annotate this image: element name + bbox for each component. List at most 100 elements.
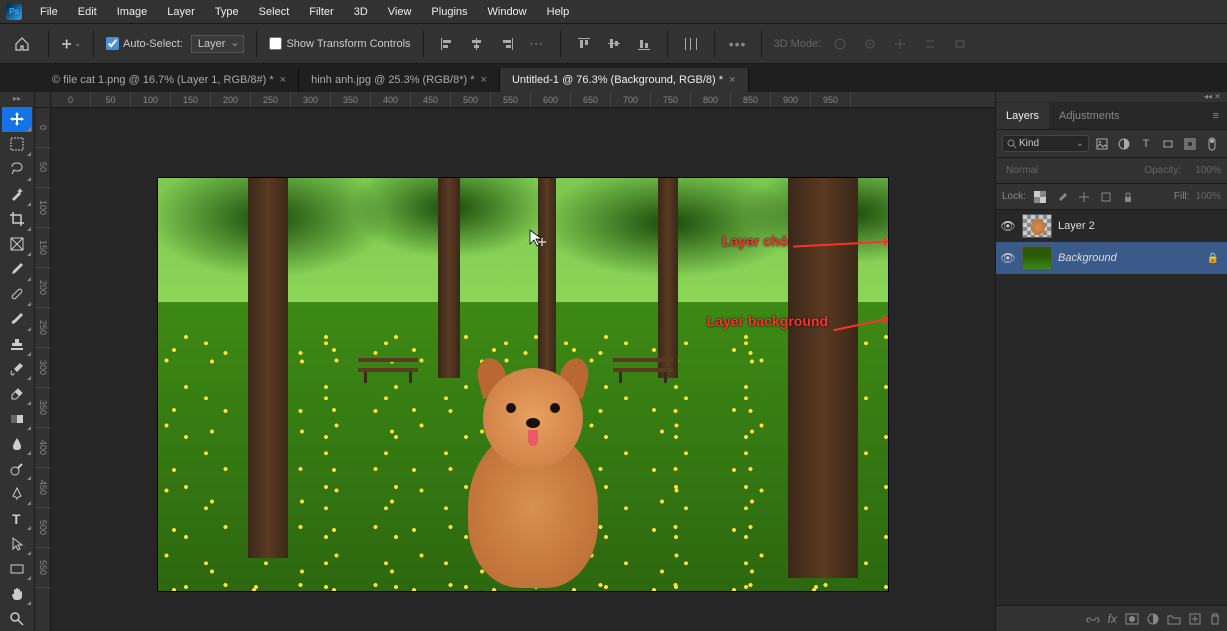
layer-name[interactable]: Layer 2 <box>1058 220 1223 232</box>
layer-thumbnail[interactable] <box>1022 246 1052 270</box>
eyedropper-tool[interactable] <box>2 257 32 282</box>
document-canvas[interactable]: Layer chó Layer background <box>158 178 888 591</box>
brush-tool[interactable] <box>2 307 32 332</box>
auto-select-input[interactable] <box>106 37 119 50</box>
document-tab[interactable]: Untitled-1 @ 76.3% (Background, RGB/8) *… <box>500 68 749 92</box>
close-icon[interactable]: × <box>280 74 286 86</box>
align-vertical-centers-button[interactable] <box>603 33 625 55</box>
canvas-viewport[interactable]: Layer chó Layer background <box>51 108 995 631</box>
menu-edit[interactable]: Edit <box>68 2 107 22</box>
adjustment-layer-button[interactable] <box>1147 613 1159 625</box>
group-button[interactable] <box>1167 613 1181 625</box>
filter-shape-button[interactable] <box>1159 135 1177 153</box>
lock-artboard-button[interactable] <box>1098 189 1114 205</box>
filter-type-button[interactable]: T <box>1137 135 1155 153</box>
zoom-tool[interactable] <box>2 606 32 631</box>
menu-layer[interactable]: Layer <box>157 2 205 22</box>
align-horizontal-centers-button[interactable] <box>466 33 488 55</box>
gradient-tool[interactable] <box>2 406 32 431</box>
3d-pan-button[interactable] <box>889 33 911 55</box>
visibility-toggle[interactable]: 👁 <box>1000 251 1016 265</box>
show-transform-checkbox[interactable]: Show Transform Controls <box>269 37 410 50</box>
history-brush-tool[interactable] <box>2 357 32 382</box>
menu-select[interactable]: Select <box>249 2 300 22</box>
dodge-tool[interactable] <box>2 456 32 481</box>
menu-window[interactable]: Window <box>478 2 537 22</box>
heal-tool[interactable] <box>2 282 32 307</box>
filter-adjustment-button[interactable] <box>1115 135 1133 153</box>
more-align-button[interactable]: ⋯ <box>526 33 548 55</box>
document-tab[interactable]: hinh anh.jpg @ 25.3% (RGB/8*) * × <box>299 68 500 92</box>
home-button[interactable] <box>8 30 36 58</box>
filter-kind-dropdown[interactable]: Kind <box>1002 135 1089 152</box>
panel-menu-button[interactable]: ≡ <box>1205 106 1227 126</box>
auto-select-checkbox[interactable]: Auto-Select: <box>106 37 183 50</box>
blur-tool[interactable] <box>2 431 32 456</box>
move-tool-indicator[interactable]: ⌄ <box>61 34 81 54</box>
ruler-origin[interactable] <box>35 92 51 108</box>
show-transform-input[interactable] <box>269 37 282 50</box>
menu-help[interactable]: Help <box>537 2 580 22</box>
auto-select-target-dropdown[interactable]: Layer <box>191 35 245 53</box>
blend-mode-dropdown[interactable]: Normal <box>1002 163 1140 178</box>
adjustments-tab[interactable]: Adjustments <box>1049 103 1130 129</box>
align-top-edges-button[interactable] <box>573 33 595 55</box>
document-tab[interactable]: © file cat 1.png @ 16.7% (Layer 1, RGB/8… <box>40 68 299 92</box>
lock-pixels-button[interactable] <box>1054 189 1070 205</box>
close-icon[interactable]: × <box>481 74 487 86</box>
panel-collapse-button[interactable]: ◂◂ ✕ <box>996 92 1227 102</box>
align-bottom-edges-button[interactable] <box>633 33 655 55</box>
menu-filter[interactable]: Filter <box>299 2 343 22</box>
close-icon[interactable]: × <box>729 74 735 86</box>
3d-zoom-button[interactable] <box>949 33 971 55</box>
link-layers-button[interactable] <box>1086 613 1100 625</box>
selection-tool[interactable] <box>2 182 32 207</box>
clone-stamp-tool[interactable] <box>2 332 32 357</box>
delete-layer-button[interactable] <box>1209 613 1221 625</box>
menu-file[interactable]: File <box>30 2 68 22</box>
layer-mask-button[interactable] <box>1125 613 1139 625</box>
visibility-toggle[interactable]: 👁 <box>1000 219 1016 233</box>
layer-row[interactable]: 👁 Background 🔒 <box>996 242 1227 274</box>
shape-tool[interactable] <box>2 556 32 581</box>
path-selection-tool[interactable] <box>2 531 32 556</box>
hand-tool[interactable] <box>2 581 32 606</box>
layers-tab[interactable]: Layers <box>996 103 1049 129</box>
lasso-tool[interactable] <box>2 157 32 182</box>
marquee-tool[interactable] <box>2 132 32 157</box>
lock-transparency-button[interactable] <box>1032 189 1048 205</box>
frame-tool[interactable] <box>2 232 32 257</box>
more-options-button[interactable]: ••• <box>727 33 749 55</box>
fill-value[interactable]: 100% <box>1195 191 1221 202</box>
vertical-ruler[interactable]: 050100150200250300350400450500550 <box>35 108 51 631</box>
filter-pixel-button[interactable] <box>1093 135 1111 153</box>
menu-view[interactable]: View <box>378 2 422 22</box>
layer-name[interactable]: Background <box>1058 252 1201 264</box>
eraser-tool[interactable] <box>2 381 32 406</box>
3d-roll-button[interactable] <box>859 33 881 55</box>
menu-plugins[interactable]: Plugins <box>421 2 477 22</box>
menu-image[interactable]: Image <box>107 2 158 22</box>
new-layer-button[interactable] <box>1189 613 1201 625</box>
lock-all-button[interactable] <box>1120 189 1136 205</box>
3d-slide-button[interactable] <box>919 33 941 55</box>
align-right-edges-button[interactable] <box>496 33 518 55</box>
menu-3d[interactable]: 3D <box>344 2 378 22</box>
crop-tool[interactable] <box>2 207 32 232</box>
align-left-edges-button[interactable] <box>436 33 458 55</box>
filter-smart-button[interactable] <box>1181 135 1199 153</box>
layer-row[interactable]: 👁 Layer 2 <box>996 210 1227 242</box>
layer-thumbnail[interactable] <box>1022 214 1052 238</box>
distribute-button[interactable] <box>680 33 702 55</box>
pen-tool[interactable] <box>2 481 32 506</box>
horizontal-ruler[interactable]: 0501001502002503003504004505005506006507… <box>51 92 995 108</box>
filter-toggle-button[interactable] <box>1203 135 1221 153</box>
toolbar-expand-button[interactable]: ▸▸ <box>13 94 21 103</box>
opacity-value[interactable]: 100% <box>1185 165 1221 176</box>
3d-orbit-button[interactable] <box>829 33 851 55</box>
lock-position-button[interactable] <box>1076 189 1092 205</box>
menu-type[interactable]: Type <box>205 2 249 22</box>
move-tool[interactable] <box>2 107 32 132</box>
layer-style-button[interactable]: fx <box>1108 612 1117 626</box>
type-tool[interactable]: T <box>2 506 32 531</box>
